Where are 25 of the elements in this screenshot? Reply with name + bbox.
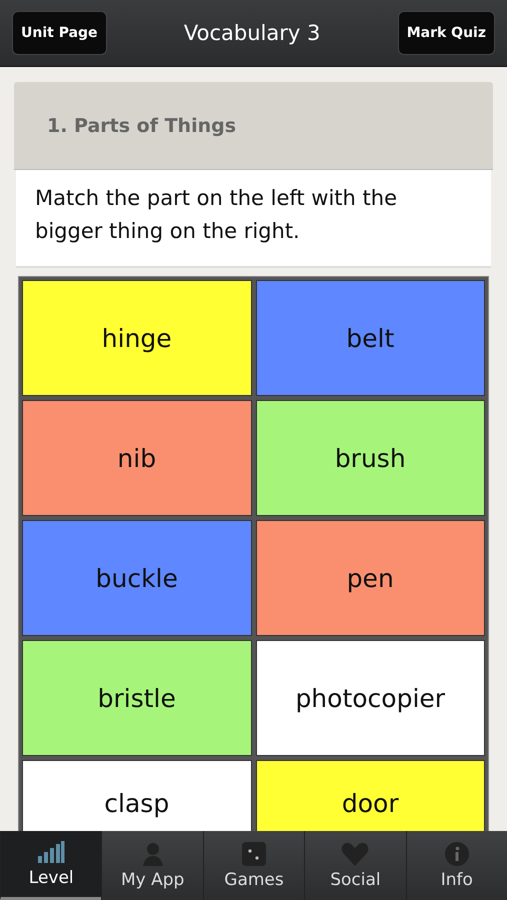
mark-quiz-button[interactable]: Mark Quiz [398, 11, 495, 55]
tab[interactable]: Level [0, 831, 102, 900]
die-icon [242, 842, 266, 866]
tab[interactable]: Social [304, 831, 406, 900]
match-card[interactable]: bristle [22, 640, 252, 756]
person-icon [140, 842, 165, 866]
heart-icon [341, 842, 370, 866]
instruction-text: Match the part on the left with the bigger thing on the right. [16, 170, 491, 268]
info-icon [444, 842, 469, 866]
screen-title: Vocabulary 3 [184, 21, 320, 45]
tab[interactable]: Games [202, 831, 304, 900]
match-card[interactable]: door [256, 760, 485, 831]
unit-page-button[interactable]: Unit Page [12, 11, 107, 55]
match-card[interactable]: hinge [22, 280, 252, 396]
tab[interactable]: Info [406, 831, 507, 900]
match-card[interactable]: nib [22, 400, 252, 516]
tab[interactable]: My App [101, 831, 203, 900]
match-card[interactable]: pen [256, 520, 485, 636]
match-card[interactable]: clasp [22, 760, 252, 831]
match-card[interactable]: buckle [22, 520, 252, 636]
match-card[interactable]: photocopier [256, 640, 485, 756]
match-card[interactable]: brush [256, 400, 485, 516]
match-card[interactable]: belt [256, 280, 485, 396]
section-heading: 1. Parts of Things [14, 82, 493, 170]
signal-bars-icon [37, 840, 66, 864]
